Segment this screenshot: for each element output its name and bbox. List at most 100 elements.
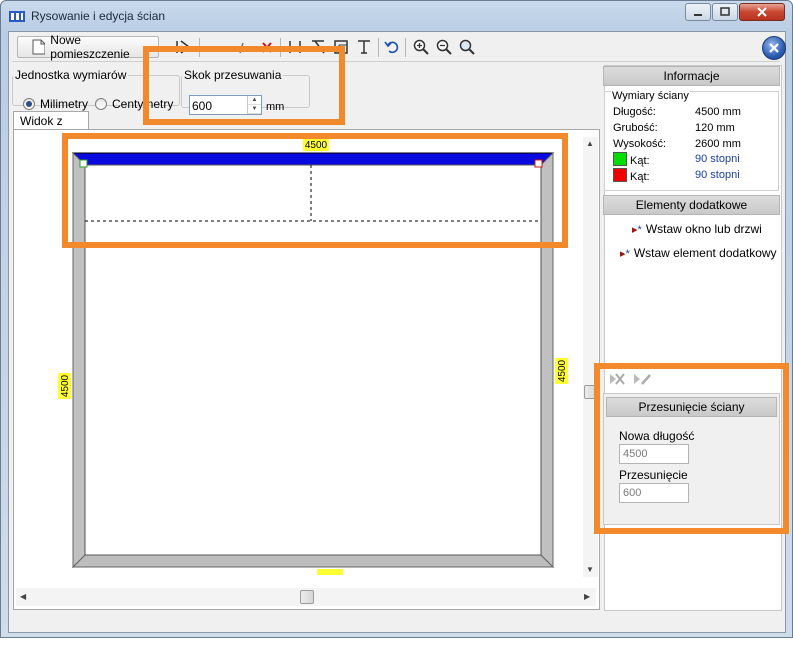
close-circle-icon xyxy=(769,43,779,53)
length-value: 4500 mm xyxy=(695,106,741,118)
new-length-field[interactable]: 4500 xyxy=(619,444,689,464)
zoom-out-icon xyxy=(436,39,452,55)
zoom-fit-icon xyxy=(459,39,475,55)
zoom-fit-button[interactable] xyxy=(457,36,477,58)
close-icon xyxy=(757,7,767,17)
selected-wall[interactable] xyxy=(71,152,555,166)
height-value: 2600 mm xyxy=(695,138,741,150)
angle-marker-left[interactable] xyxy=(79,159,88,168)
delete-wall-icon xyxy=(259,42,273,53)
info-header: Informacje xyxy=(603,66,780,86)
room-drawing[interactable]: 4500 4500 4500 4500 xyxy=(14,130,599,609)
vertical-scrollbar[interactable]: ▲ ▼ xyxy=(583,137,598,577)
angle-icon xyxy=(312,40,325,54)
dim-right: 4500 xyxy=(557,359,568,382)
height-tool-button[interactable] xyxy=(354,36,374,58)
angle2-row: Kąt: xyxy=(613,168,650,183)
radio-centimeters[interactable]: Centymetry xyxy=(95,97,173,111)
spinner-up-icon[interactable]: ▲ xyxy=(248,96,261,105)
vertical-scroll-thumb[interactable] xyxy=(584,385,597,399)
units-legend: Jednostka wymiarów xyxy=(15,68,127,82)
toolbar-separator xyxy=(199,38,200,57)
exit-button[interactable] xyxy=(762,36,786,60)
step-legend: Skok przesuwania xyxy=(184,68,282,82)
insert-window-door-label: Wstaw okno lub drzwi xyxy=(645,222,762,236)
angle1-swatch xyxy=(613,152,627,166)
radio-millimeters[interactable]: Milimetry xyxy=(23,97,88,111)
corner-tool-button[interactable] xyxy=(331,36,351,58)
bottom-wall xyxy=(71,554,555,568)
zoom-out-button[interactable] xyxy=(434,36,454,58)
thickness-label: Grubość: xyxy=(613,122,658,134)
step-unit: mm xyxy=(266,101,285,113)
angle1-label: Kąt: xyxy=(630,155,650,167)
thickness-value: 120 mm xyxy=(695,122,735,134)
split-wall-button[interactable] xyxy=(232,36,252,58)
scroll-up-icon[interactable]: ▲ xyxy=(586,139,594,148)
height-icon xyxy=(358,40,370,54)
spinner-arrows[interactable]: ▲ ▼ xyxy=(247,96,261,114)
height-label: Wysokość: xyxy=(613,138,667,150)
edit-shift-icon[interactable] xyxy=(634,374,651,385)
angle2-swatch xyxy=(613,168,627,182)
delete-wall-button[interactable] xyxy=(256,36,276,58)
maximize-icon xyxy=(720,7,730,16)
line-tool-button[interactable] xyxy=(208,36,228,58)
dim-left: 4500 xyxy=(60,374,71,397)
minimize-button[interactable] xyxy=(685,3,711,21)
toolbar-separator xyxy=(378,38,379,57)
wall-dimensions-legend: Wymiary ściany xyxy=(611,90,690,102)
main-window: Rysowanie i edycja ścian Nowe pomieszcze… xyxy=(0,0,793,638)
close-button[interactable] xyxy=(739,3,785,21)
radio-dot[interactable] xyxy=(95,98,107,110)
units-group: Jednostka wymiarów Milimetry Centymetry xyxy=(12,68,180,111)
wall-dimension-icon xyxy=(289,41,301,53)
undo-button[interactable] xyxy=(382,36,402,58)
angle1-value: 90 stopni xyxy=(695,153,740,165)
step-value[interactable]: 600 xyxy=(192,99,212,113)
drawing-canvas[interactable]: 4500 4500 4500 4500 xyxy=(13,129,600,610)
line-icon xyxy=(212,47,224,49)
wall-dimensions-group: Wymiary ściany Długość: 4500 mm Grubość:… xyxy=(604,90,779,191)
scroll-down-icon[interactable]: ▼ xyxy=(586,565,594,574)
toolbar-separator xyxy=(280,38,281,57)
new-room-button[interactable]: Nowe pomieszczenie xyxy=(17,33,159,61)
dim-tag-bottom xyxy=(317,569,343,575)
window-title: Rysowanie i edycja ścian xyxy=(31,9,166,23)
step-spinner[interactable]: 600 ▲ ▼ xyxy=(189,95,262,115)
spinner-down-icon[interactable]: ▼ xyxy=(248,105,261,114)
insert-window-door-button[interactable]: ▸* Wstaw okno lub drzwi xyxy=(632,222,762,236)
insert-icon: ▸* xyxy=(620,247,630,260)
extras-header: Elementy dodatkowe xyxy=(603,195,780,215)
draw-wall-button[interactable] xyxy=(172,36,194,58)
shift-tools xyxy=(610,373,651,385)
minimize-icon xyxy=(694,14,702,16)
draw-wall-icon xyxy=(176,40,191,54)
left-wall xyxy=(72,151,86,569)
shift-label: Przesunięcie xyxy=(619,468,688,482)
shift-header: Przesunięcie ściany xyxy=(606,397,777,417)
zoom-in-button[interactable] xyxy=(411,36,431,58)
toolbar: Nowe pomieszczenie xyxy=(12,33,786,62)
scroll-right-icon[interactable]: ▶ xyxy=(584,592,590,601)
maximize-button[interactable] xyxy=(712,3,738,21)
tab-top-view[interactable]: Widok z góry xyxy=(13,111,89,142)
room-floor[interactable] xyxy=(84,164,542,556)
angle-marker-right[interactable] xyxy=(534,159,543,168)
title-bar[interactable]: Rysowanie i edycja ścian xyxy=(1,1,792,31)
angle-tool-button[interactable] xyxy=(308,36,328,58)
cancel-shift-icon[interactable] xyxy=(610,373,625,385)
shift-field[interactable]: 600 xyxy=(619,483,689,503)
wall-dimension-button[interactable] xyxy=(285,36,305,58)
horizontal-scroll-thumb[interactable] xyxy=(300,590,314,604)
horizontal-scrollbar[interactable]: ◀ ▶ xyxy=(16,588,596,606)
insert-element-button[interactable]: ▸* Wstaw element dodatkowy xyxy=(620,246,777,260)
scroll-left-icon[interactable]: ◀ xyxy=(20,592,26,601)
new-room-label: Nowe pomieszczenie xyxy=(50,33,130,61)
insert-icon: ▸* xyxy=(632,223,642,236)
radio-dot-selected[interactable] xyxy=(23,98,35,110)
insert-element-label: Wstaw element dodatkowy xyxy=(633,246,777,260)
length-label: Długość: xyxy=(613,106,656,118)
right-wall xyxy=(540,151,554,569)
dim-top: 4500 xyxy=(305,140,328,151)
